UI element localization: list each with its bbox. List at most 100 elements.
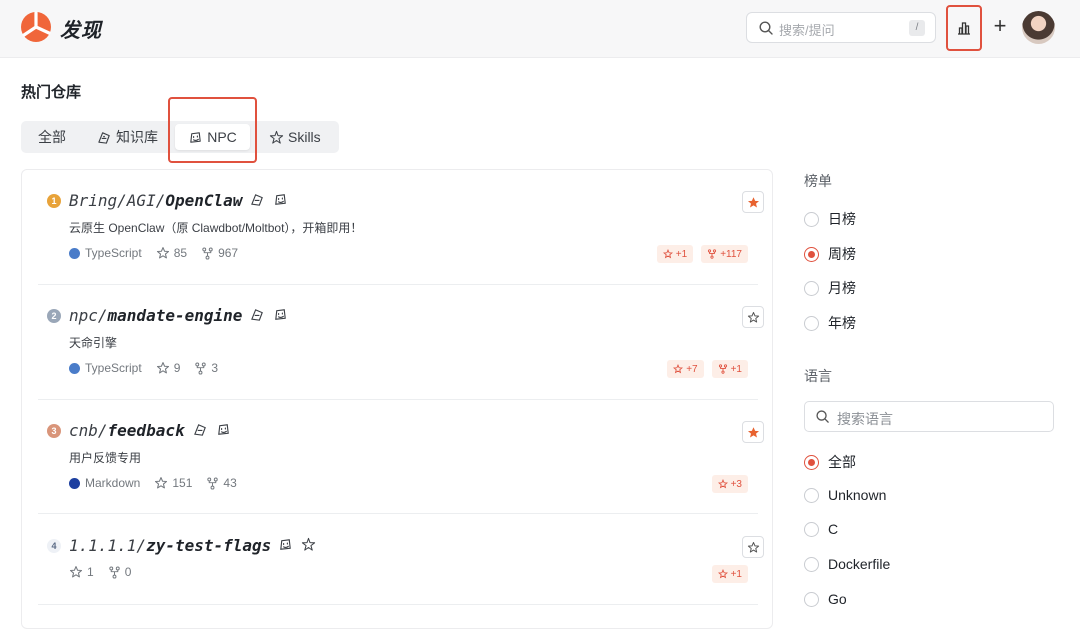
language-search-input[interactable]: 搜索语言: [804, 401, 1054, 432]
radio-button[interactable]: [804, 280, 819, 296]
radio-button[interactable]: [804, 211, 819, 227]
repo-language: Markdown: [69, 476, 140, 490]
bar-chart-icon: [958, 22, 970, 35]
npc-icon: [218, 424, 229, 435]
star-button[interactable]: [742, 191, 764, 213]
repo-type-icons: [193, 422, 231, 437]
radio-button[interactable]: [804, 521, 819, 537]
fork-icon: [207, 476, 219, 490]
ranking-option-daily[interactable]: 日榜: [804, 209, 856, 229]
language-option-c[interactable]: C: [804, 521, 838, 537]
repo-type-icons: [250, 192, 288, 207]
language-option-unknown[interactable]: Unknown: [804, 487, 886, 503]
repo-name[interactable]: npc/mandate-engine: [69, 306, 242, 325]
star-outline-icon: [747, 311, 759, 323]
user-avatar[interactable]: [1022, 11, 1055, 44]
fork-icon: [108, 565, 120, 579]
rank-badge-bronze: 3: [47, 424, 61, 438]
repo-forks: 43: [206, 476, 237, 490]
radio-button[interactable]: [804, 487, 819, 503]
repo-description: 用户反馈专用: [69, 451, 142, 465]
repo-type-icons: [250, 307, 288, 322]
radio-button[interactable]: [804, 315, 819, 331]
repo-description: 云原生 OpenClaw（原 Clawdbot/Moltbot），开箱即用！: [69, 221, 363, 235]
repo-stars: 151: [154, 476, 192, 490]
language-option-all[interactable]: 全部: [804, 452, 856, 472]
knowledge-base-icon: [251, 194, 263, 206]
star-filled-icon: [747, 196, 759, 208]
divider: [38, 399, 758, 400]
repo-type-icons: [278, 537, 316, 552]
repo-stars: 85: [156, 246, 187, 260]
star-trend-chip: +1: [711, 565, 748, 583]
star-outline-icon: [69, 566, 83, 578]
tab-label: 知识库: [116, 129, 158, 145]
ranking-option-weekly[interactable]: 周榜: [804, 244, 856, 264]
repo-meta: 1 0: [69, 565, 145, 579]
fork-trend-chip: +117: [701, 245, 748, 263]
star-button[interactable]: [742, 421, 764, 443]
rank-badge-silver: 2: [47, 309, 61, 323]
repo-name[interactable]: 1.1.1.1/zy-test-flags: [69, 536, 271, 555]
create-button[interactable]: +: [990, 15, 1010, 37]
knowledge-base-icon: [194, 424, 206, 436]
fork-icon: [718, 364, 727, 374]
rank-badge: 4: [47, 539, 61, 553]
npc-icon: [190, 131, 201, 143]
divider: [38, 284, 758, 285]
tab-npc[interactable]: NPC: [175, 124, 250, 150]
star-button[interactable]: [742, 306, 764, 328]
star-outline-icon: [155, 477, 168, 489]
radio-button[interactable]: [804, 556, 819, 572]
leaderboard-button[interactable]: [946, 5, 982, 51]
search-icon: [759, 21, 773, 35]
language-search-placeholder: 搜索语言: [837, 411, 893, 427]
star-button[interactable]: [742, 536, 764, 558]
tab-skills[interactable]: Skills: [269, 121, 321, 153]
divider: [38, 513, 758, 514]
language-dot: [69, 247, 80, 259]
repo-meta: TypeScript 85 967: [69, 246, 252, 260]
repo-description: 天命引擎: [69, 336, 118, 350]
npc-icon: [275, 194, 286, 205]
star-trend-chip: +7: [667, 360, 704, 378]
star-filled-icon: [747, 426, 759, 438]
star-trend-chip: +3: [711, 475, 748, 493]
logo-icon[interactable]: [20, 11, 52, 43]
repo-forks: 967: [201, 246, 238, 260]
ranking-option-monthly[interactable]: 月榜: [804, 278, 856, 298]
ranking-option-yearly[interactable]: 年榜: [804, 313, 856, 333]
star-outline-icon: [662, 249, 673, 259]
language-option-dockerfile[interactable]: Dockerfile: [804, 556, 890, 572]
fork-icon: [195, 361, 207, 375]
knowledge-base-icon: [251, 309, 263, 321]
fork-icon: [708, 249, 717, 259]
star-outline-icon: [717, 479, 728, 489]
trend-chips: +1: [711, 565, 748, 583]
ranking-label: 榜单: [804, 173, 832, 189]
search-shortcut-key: /: [909, 20, 925, 36]
star-outline-icon: [717, 569, 728, 579]
tab-all[interactable]: 全部: [38, 121, 66, 153]
repo-name[interactable]: Bring/AGI/OpenClaw: [69, 191, 242, 210]
skills-icon: [269, 130, 284, 144]
radio-button-selected[interactable]: [804, 246, 819, 262]
repo-name[interactable]: cnb/feedback: [69, 421, 185, 440]
trend-chips: +1 +117: [656, 245, 748, 263]
repo-meta: Markdown 151 43: [69, 476, 251, 490]
language-dot: [69, 477, 80, 489]
language-option-go[interactable]: Go: [804, 591, 847, 607]
skills-icon: [301, 537, 316, 551]
radio-button-selected[interactable]: [804, 454, 819, 470]
repo-forks: 0: [108, 565, 131, 579]
repo-type-tabs: 全部 知识库 NPC Skills: [21, 121, 339, 153]
knowledge-base-icon: [98, 131, 110, 144]
tab-knowledge-base[interactable]: 知识库: [97, 121, 158, 153]
npc-icon: [275, 309, 286, 320]
search-placeholder: 搜索/提问: [779, 23, 835, 38]
radio-button[interactable]: [804, 591, 819, 607]
tab-label: Skills: [288, 129, 321, 145]
search-icon: [816, 410, 829, 423]
top-bar: 发现 搜索/提问 / +: [0, 0, 1080, 58]
global-search-input[interactable]: 搜索/提问 /: [746, 12, 936, 43]
